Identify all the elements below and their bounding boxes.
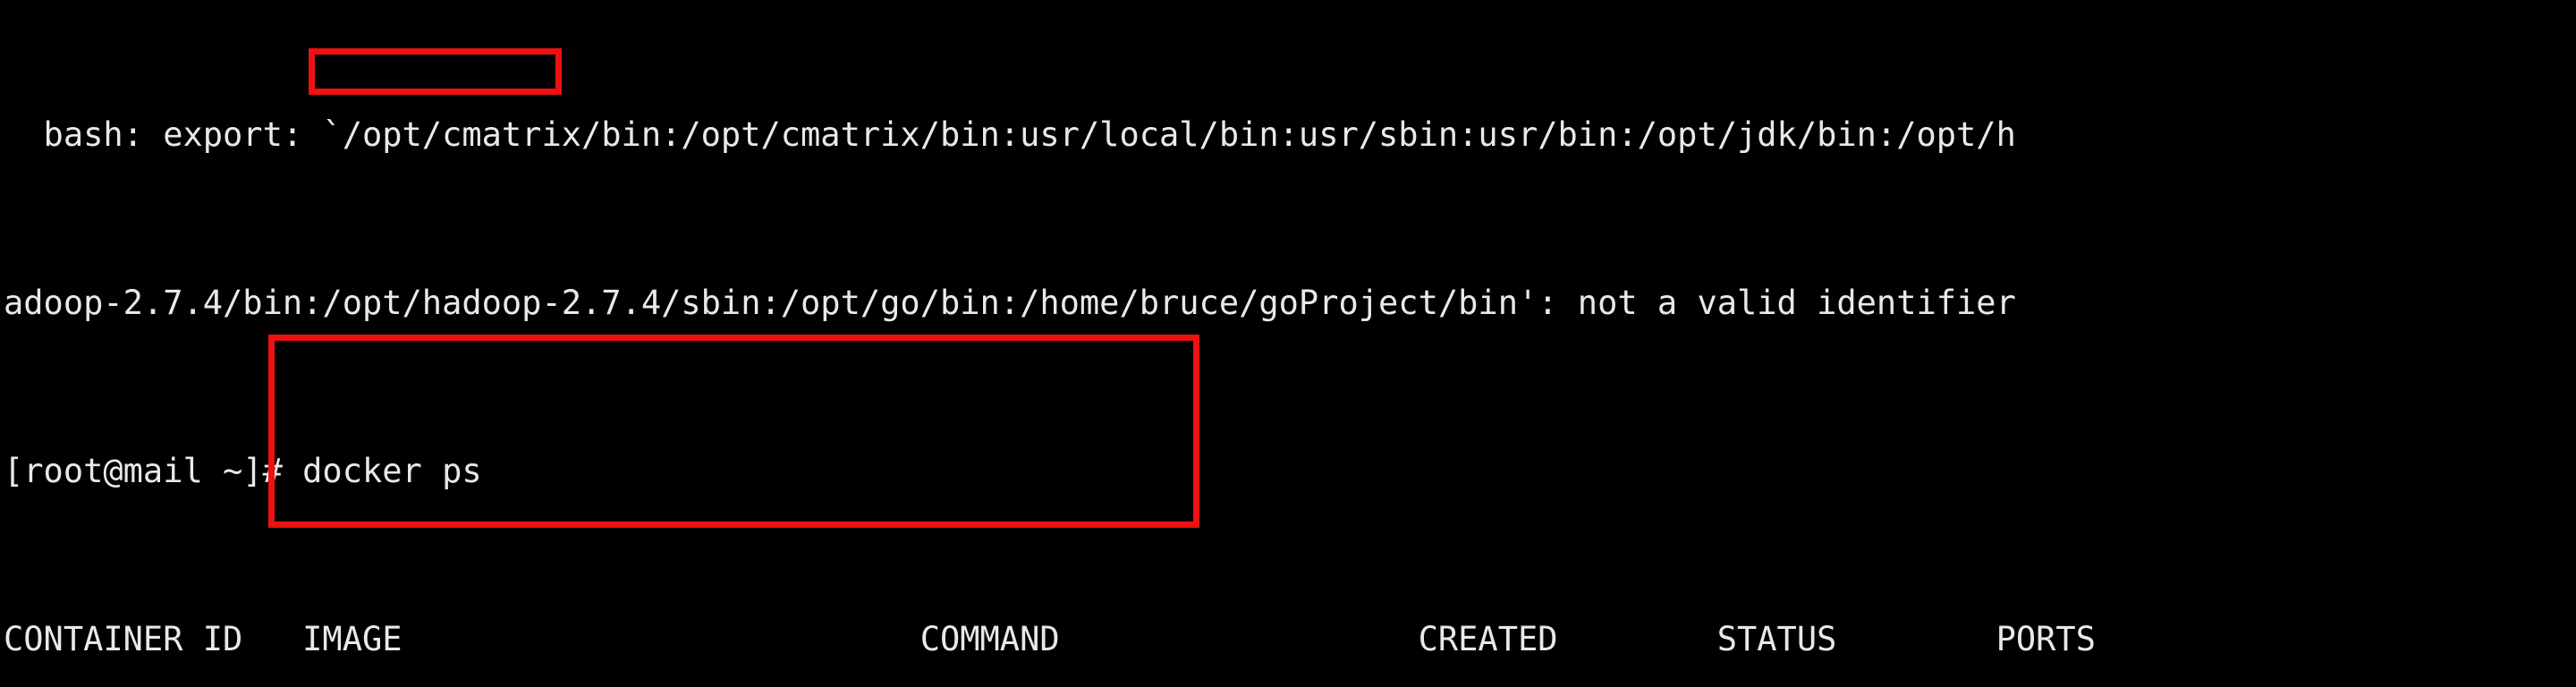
terminal-line-error-wrap-1: bash: export: `/opt/cmatrix/bin:/opt/cma… xyxy=(4,115,2016,154)
command-docker-ps: docker ps xyxy=(302,452,482,490)
terminal-line-prompt-docker-ps: [root@mail ~]# docker ps xyxy=(4,450,2414,492)
docker-ps-header-row: CONTAINER ID IMAGE COMMAND CREATED STATU… xyxy=(4,620,2096,658)
terminal-screen: bash: export: `/opt/cmatrix/bin:/opt/cma… xyxy=(4,0,2414,687)
shell-prompt: [root@mail ~]# xyxy=(4,452,303,490)
terminal-window[interactable]: bash: export: `/opt/cmatrix/bin:/opt/cma… xyxy=(0,0,2576,687)
terminal-line-error-wrap-2: adoop-2.7.4/bin:/opt/hadoop-2.7.4/sbin:/… xyxy=(4,284,2016,322)
